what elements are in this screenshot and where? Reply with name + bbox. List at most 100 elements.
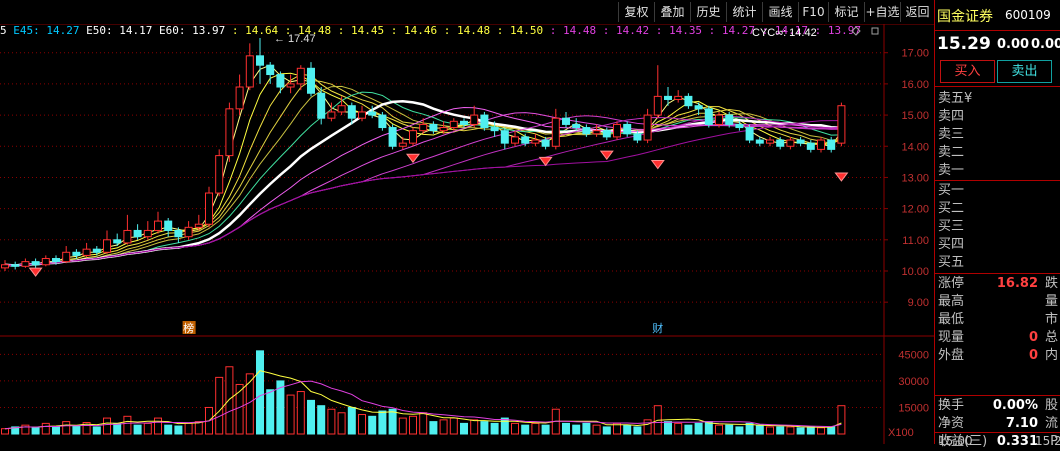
candle-body xyxy=(398,142,407,147)
volume-bar xyxy=(531,422,540,435)
candle-body xyxy=(337,105,346,113)
volume-bar xyxy=(113,422,122,435)
sell-level-3: 卖三 xyxy=(938,127,965,142)
stat2-label-1: 净资 xyxy=(938,416,965,431)
stat2-unit-1: 流 xyxy=(1044,416,1058,431)
volume-bar xyxy=(184,422,193,435)
volume-bar xyxy=(256,350,264,435)
volume-bar xyxy=(633,426,642,435)
candlesticks xyxy=(1,38,846,271)
candle-body xyxy=(511,136,519,144)
candle-body xyxy=(92,248,101,253)
volume-bar xyxy=(41,422,50,435)
stat2-unit-0: 股 xyxy=(1044,398,1058,413)
buy-button[interactable]: 买入 xyxy=(940,60,995,83)
candle-body xyxy=(755,139,764,144)
volume-bar xyxy=(337,412,346,435)
candle-body xyxy=(633,133,642,141)
price-change: 0.00 xyxy=(997,37,1030,52)
candle-body xyxy=(307,67,315,94)
candle-body xyxy=(490,127,499,132)
volume-bar xyxy=(215,376,224,435)
high-price-marker: ← 17.47 xyxy=(274,33,316,45)
volume-bar xyxy=(31,427,40,435)
candle-body xyxy=(562,117,570,125)
volume-bar xyxy=(725,424,734,435)
candle-body xyxy=(796,139,805,144)
buy-level-4: 买四 xyxy=(938,237,965,252)
fuquan-button[interactable]: 复权 xyxy=(618,2,654,22)
candle-body xyxy=(347,105,356,119)
candle-body xyxy=(766,139,774,144)
candle-body xyxy=(439,127,448,132)
candle-body xyxy=(592,130,601,135)
volume-bar xyxy=(490,422,499,435)
candle-body xyxy=(205,192,213,225)
volume-bar xyxy=(684,424,693,435)
candle-body xyxy=(531,139,540,144)
volume-bar xyxy=(664,421,672,435)
volume-bar xyxy=(296,391,305,435)
price-tick-label: 16.00 xyxy=(901,79,929,91)
volume-bar xyxy=(837,405,846,435)
sell-level-1: 卖一 xyxy=(938,163,965,178)
volume-bar xyxy=(419,412,428,435)
candle-body xyxy=(684,95,693,107)
volume-bar xyxy=(572,424,581,435)
stat-label-3: 现量 xyxy=(938,330,965,345)
history-button[interactable]: 历史 xyxy=(690,2,726,22)
candle-body xyxy=(41,258,50,266)
volume-bar xyxy=(480,421,489,435)
back-button[interactable]: 返回 xyxy=(900,2,934,22)
candle-body xyxy=(643,114,652,141)
stats-button[interactable]: 统计 xyxy=(726,2,762,22)
candle-body xyxy=(541,139,550,147)
buy-level-2: 买二 xyxy=(938,201,965,216)
stat-unit-0: 跌 xyxy=(1044,276,1058,291)
last-price: 15.29 xyxy=(937,34,991,54)
stat2-value-2: 0.331 xyxy=(996,434,1038,449)
volume-bar xyxy=(72,425,81,435)
candle-body xyxy=(235,86,244,110)
volume-tick-label: 15000 xyxy=(898,402,929,414)
candle-body xyxy=(317,92,326,119)
f10-button[interactable]: F10 xyxy=(798,2,828,22)
candle-body xyxy=(653,95,662,116)
candle-body xyxy=(184,226,193,238)
volume-bar xyxy=(602,426,611,435)
draw-line-button[interactable]: 画线 xyxy=(762,2,798,22)
add-watchlist-button[interactable]: +自选 xyxy=(864,2,900,22)
volume-bar xyxy=(133,424,142,435)
buy-level-5: 买五 xyxy=(938,255,965,270)
candle-body xyxy=(419,123,428,132)
candle-body xyxy=(143,229,152,238)
mark-button[interactable]: 标记 xyxy=(828,2,864,22)
stat2-label-0: 换手 xyxy=(938,398,965,413)
price-tick-label: 12.00 xyxy=(901,204,929,216)
candle-body xyxy=(296,67,305,85)
candle-body xyxy=(194,223,203,228)
sell-button[interactable]: 卖出 xyxy=(997,60,1052,83)
candle-body xyxy=(62,251,71,263)
candle-body xyxy=(776,139,785,147)
candle-body xyxy=(11,264,20,267)
candle-body xyxy=(286,83,295,88)
volume-bar xyxy=(225,366,234,435)
volume-bar xyxy=(715,424,723,435)
kline-chart[interactable]: 17.00 16.00 15.00 14.00 13.00 12.00 11.00 10.00… xyxy=(0,24,934,444)
volume-bar xyxy=(470,419,479,435)
volume-bar xyxy=(143,422,152,435)
cyc-label: CYC∞: 14.42 xyxy=(752,27,817,39)
candle-body xyxy=(480,114,489,129)
price-tick-label: 13.00 xyxy=(901,172,929,184)
stock-code: 600109 xyxy=(1005,8,1051,22)
volume-bar xyxy=(786,426,795,435)
volume-bar xyxy=(164,424,173,435)
volume-bar xyxy=(460,422,468,435)
price-tick-label: 17.00 xyxy=(901,48,929,60)
overlay-button[interactable]: 叠加 xyxy=(654,2,690,22)
buy-level-1: 买一 xyxy=(938,183,965,198)
volume-bars xyxy=(1,350,846,435)
candle-body xyxy=(582,127,591,135)
quote-panel: 国金证券 600109 15.29 0.00 0.00 买入 卖出 卖五¥ 卖四… xyxy=(934,0,1060,449)
